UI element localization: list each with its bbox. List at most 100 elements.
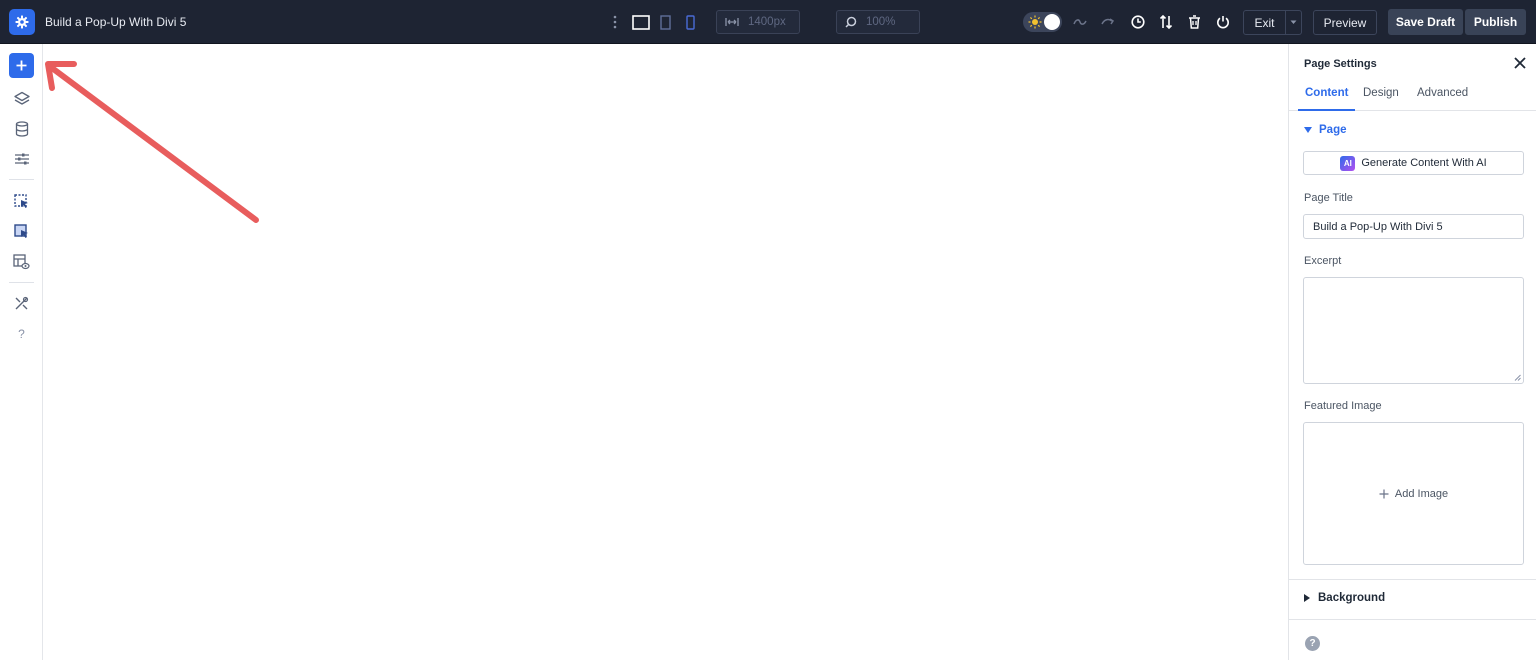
left-sidebar: ? [0, 44, 43, 660]
tools-button[interactable] [9, 291, 34, 316]
exit-power-button[interactable] [1214, 13, 1231, 30]
clock-icon [1130, 14, 1145, 29]
redo-icon [1101, 18, 1115, 25]
page-section-label: Page [1319, 124, 1347, 136]
layout-eye-icon [13, 253, 30, 269]
desktop-view-button[interactable] [631, 13, 651, 31]
redo-button[interactable] [1100, 14, 1116, 30]
viewport-width-input[interactable]: 1400px [716, 10, 800, 34]
dynamic-content-button[interactable] [9, 116, 34, 141]
exit-button[interactable]: Exit [1243, 10, 1286, 35]
toggle-knob [1044, 14, 1060, 30]
page-title-input-value: Build a Pop-Up With Divi 5 [1313, 220, 1443, 233]
panel-tabs: Content Design Advanced [1289, 82, 1536, 111]
portability-button[interactable] [1157, 13, 1174, 30]
tablet-view-button[interactable] [658, 13, 672, 31]
rail-divider [9, 282, 34, 283]
page-section-toggle[interactable]: Page [1304, 124, 1347, 136]
plus-icon [16, 60, 27, 71]
light-dark-mode-toggle[interactable] [1023, 12, 1062, 32]
gear-icon [15, 15, 29, 29]
excerpt-label: Excerpt [1304, 255, 1342, 267]
clear-layout-button[interactable] [1186, 13, 1203, 30]
undo-button[interactable] [1072, 14, 1088, 30]
tab-content[interactable]: Content [1298, 87, 1356, 111]
exit-dropdown-button[interactable] [1285, 10, 1302, 35]
section-divider [1289, 619, 1536, 620]
generate-content-ai-label: Generate Content With AI [1361, 157, 1487, 169]
power-icon [1216, 15, 1229, 28]
caret-down-icon [1304, 127, 1312, 133]
phone-view-button[interactable] [684, 13, 696, 31]
tools-icon [15, 296, 29, 310]
vertical-dots-icon [613, 15, 617, 29]
help-icon: ? [1309, 638, 1316, 649]
desktop-icon [632, 14, 650, 30]
close-panel-button[interactable] [1513, 56, 1527, 70]
layers-button[interactable] [9, 86, 34, 111]
resize-grip-icon [1514, 374, 1521, 381]
builder-canvas[interactable] [44, 44, 1288, 660]
page-title-input[interactable]: Build a Pop-Up With Divi 5 [1303, 214, 1524, 239]
divi-settings-gear-button[interactable] [9, 9, 35, 35]
plus-icon [1379, 489, 1389, 498]
sliders-icon [14, 153, 29, 164]
tab-design-label: Design [1363, 87, 1399, 99]
add-image-label: Add Image [1394, 487, 1449, 500]
viewport-width-value: 1400px [748, 16, 786, 28]
up-down-arrows-icon [1159, 14, 1172, 29]
caret-right-icon [1304, 594, 1310, 602]
preview-button[interactable]: Preview [1313, 10, 1377, 35]
trash-icon [1189, 14, 1200, 29]
page-title: Build a Pop-Up With Divi 5 [45, 15, 187, 29]
question-mark-icon: ? [18, 326, 25, 341]
tab-design[interactable]: Design [1363, 87, 1399, 111]
sun-icon [1028, 15, 1042, 29]
preview-visibility-button[interactable] [9, 249, 34, 274]
click-mode-button[interactable] [9, 189, 34, 214]
add-image-button[interactable]: Add Image [1303, 422, 1524, 565]
zoom-input[interactable]: 100% [836, 10, 920, 34]
excerpt-textarea[interactable] [1303, 277, 1524, 384]
zoom-value: 100% [866, 16, 896, 28]
section-divider [1289, 579, 1536, 580]
add-module-button[interactable] [9, 53, 34, 78]
background-section-toggle[interactable]: Background [1304, 592, 1385, 604]
save-draft-button[interactable]: Save Draft [1388, 9, 1463, 35]
publish-label: Publish [1473, 15, 1518, 29]
tab-content-label: Content [1305, 87, 1349, 99]
ai-icon: AI [1340, 155, 1356, 171]
undo-icon [1073, 19, 1087, 25]
generate-content-ai-button[interactable]: AI Generate Content With AI [1303, 151, 1524, 175]
help-button[interactable]: ? [9, 321, 34, 346]
top-toolbar: Build a Pop-Up With Divi 5 1400px 100% E… [0, 0, 1536, 44]
featured-image-label: Featured Image [1304, 400, 1382, 412]
tab-advanced-label: Advanced [1417, 87, 1469, 99]
chevron-down-icon [1290, 20, 1297, 24]
panel-title: Page Settings [1304, 58, 1377, 70]
tablet-icon [659, 14, 671, 30]
page-settings-panel: Page Settings Content Design Advanced Pa… [1288, 44, 1536, 660]
close-icon [1514, 57, 1526, 69]
more-options-button[interactable] [611, 14, 619, 30]
page-title-label: Page Title [1304, 192, 1353, 204]
publish-button[interactable]: Publish [1465, 9, 1526, 35]
background-section-label: Background [1318, 592, 1386, 604]
phone-icon [685, 14, 695, 30]
rail-divider [9, 179, 34, 180]
panel-help-button[interactable]: ? [1305, 636, 1320, 651]
select-cursor-icon [13, 193, 28, 208]
tab-advanced[interactable]: Advanced [1417, 87, 1468, 111]
multi-select-cursor-icon [13, 223, 28, 238]
variables-button[interactable] [9, 146, 34, 171]
save-draft-label: Save Draft [1395, 15, 1456, 29]
annotation-arrow-icon [45, 61, 259, 223]
preview-button-label: Preview [1323, 15, 1367, 30]
layers-icon [13, 91, 30, 105]
database-icon [15, 120, 28, 137]
history-button[interactable] [1129, 13, 1146, 30]
hover-mode-button[interactable] [9, 219, 34, 244]
zoom-search-icon [845, 16, 857, 28]
width-arrows-icon [725, 18, 739, 26]
exit-button-label: Exit [1254, 15, 1275, 30]
